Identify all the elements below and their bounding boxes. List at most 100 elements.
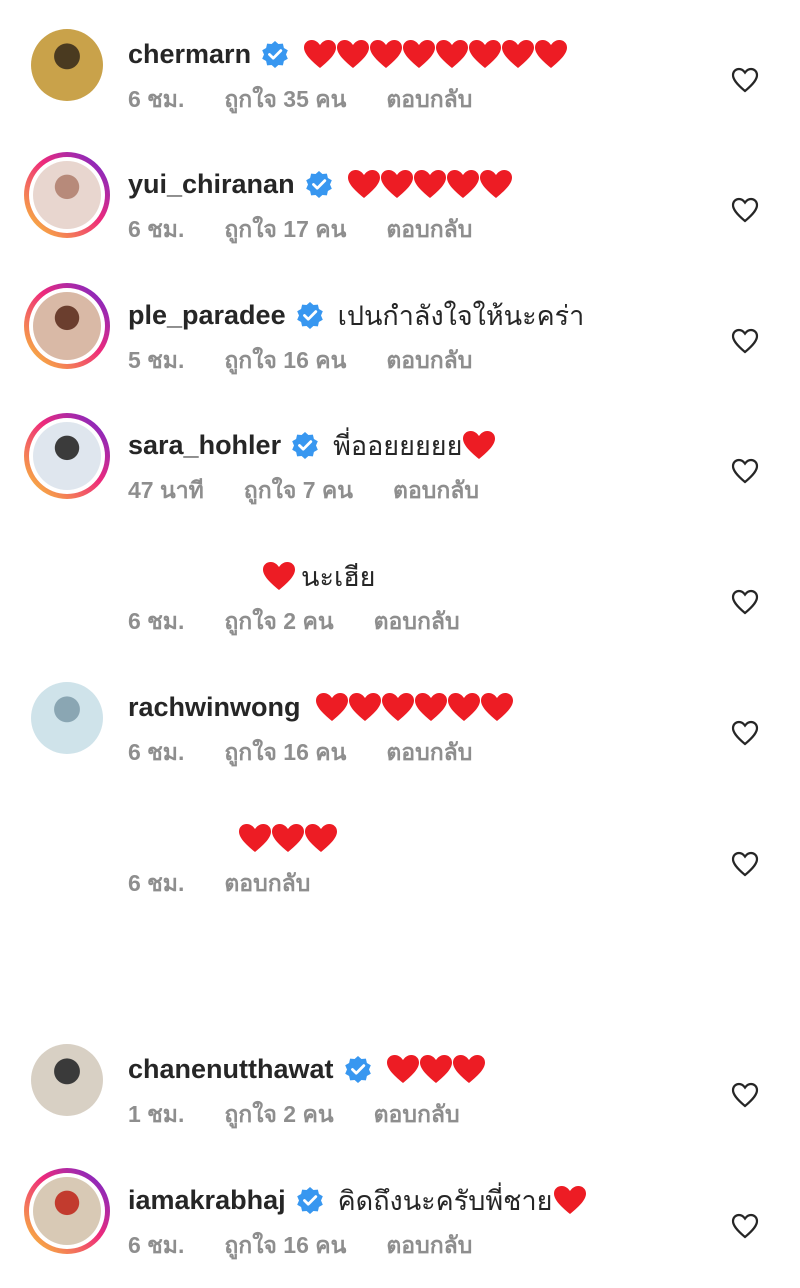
comment-row: rachwinwong 6 ชม. ถูกใจ 16 คน ตอบกลับ: [0, 675, 800, 795]
heart-emoji-group: [553, 1185, 586, 1215]
heart-emoji-group: [238, 823, 337, 853]
red-heart-icon: [447, 692, 480, 722]
reply-button[interactable]: ตอบกลับ: [386, 735, 472, 771]
avatar[interactable]: [24, 1037, 110, 1123]
reply-button[interactable]: ตอบกลับ: [386, 1228, 472, 1264]
red-heart-icon: [315, 692, 348, 722]
comment-content: นะเฮีย: [262, 554, 376, 598]
like-heart-icon[interactable]: [731, 197, 759, 223]
red-heart-icon: [271, 823, 304, 853]
like-heart-icon[interactable]: [731, 589, 759, 615]
like-heart-icon[interactable]: [731, 1082, 759, 1108]
like-heart-icon[interactable]: [731, 851, 759, 877]
comment-content: ple_paradee เปนกำลังใจให้นะคร่า: [128, 293, 584, 337]
heart-emoji-group: [303, 39, 568, 69]
like-heart-icon[interactable]: [731, 720, 759, 746]
red-heart-icon: [452, 1054, 485, 1084]
red-heart-icon: [381, 692, 414, 722]
avatar[interactable]: [24, 413, 110, 499]
verified-badge-icon: [295, 170, 333, 198]
comment-meta: 6 ชม. ตอบกลับ: [128, 866, 350, 902]
comment-timestamp: 6 ชม.: [128, 608, 185, 634]
like-count-link[interactable]: ถูกใจ 16 คน: [224, 735, 346, 771]
username-link[interactable]: yui_chiranan: [128, 169, 295, 200]
username-link[interactable]: rachwinwong: [128, 692, 301, 723]
like-count-link[interactable]: ถูกใจ 7 คน: [244, 473, 353, 509]
like-count-link[interactable]: ถูกใจ 16 คน: [224, 343, 346, 379]
avatar[interactable]: [24, 283, 110, 369]
reply-button[interactable]: ตอบกลับ: [386, 82, 472, 118]
comment-timestamp: 1 ชม.: [128, 1101, 185, 1127]
comment-timestamp: 6 ชม.: [128, 216, 185, 242]
red-heart-icon: [262, 561, 295, 591]
comment-meta: 47 นาที ถูกใจ 7 คน ตอบกลับ: [128, 473, 519, 509]
like-heart-icon[interactable]: [731, 1213, 759, 1239]
red-heart-icon: [479, 169, 512, 199]
comment-text: เปนกำลังใจให้นะคร่า: [337, 300, 585, 331]
username-link[interactable]: chermarn: [128, 39, 251, 70]
username-link[interactable]: ple_paradee: [128, 300, 286, 331]
reply-button[interactable]: ตอบกลับ: [386, 343, 472, 379]
reply-button[interactable]: ตอบกลับ: [374, 1097, 460, 1133]
username-link[interactable]: chanenutthawat: [128, 1054, 334, 1085]
red-heart-icon: [386, 1054, 419, 1084]
like-heart-icon[interactable]: [731, 328, 759, 354]
avatar[interactable]: [24, 152, 110, 238]
like-heart-icon[interactable]: [731, 458, 759, 484]
like-count-link[interactable]: ถูกใจ 16 คน: [224, 1228, 346, 1264]
like-count-link[interactable]: ถูกใจ 2 คน: [224, 604, 333, 640]
verified-badge-icon: [334, 1055, 372, 1083]
comment-row: sara_hohler พี่ออยยยยย 47 นาที ถูกใจ 7 คน ตอ…: [0, 413, 800, 533]
comment-timestamp: 6 ชม.: [128, 870, 185, 896]
heart-emoji-group: [462, 430, 496, 460]
comment-meta: 6 ชม. ถูกใจ 16 คน ตอบกลับ: [128, 1228, 512, 1264]
red-heart-icon: [336, 39, 370, 69]
comment-timestamp: 6 ชม.: [128, 86, 185, 112]
comment-content: iamakrabhaj คิดถึงนะครับพี่ชาย: [128, 1178, 586, 1222]
like-count-link[interactable]: ถูกใจ 2 คน: [224, 1097, 333, 1133]
red-heart-icon: [553, 1185, 586, 1215]
verified-badge-icon: [251, 40, 289, 68]
reply-button[interactable]: ตอบกลับ: [374, 604, 460, 640]
comment-meta: 6 ชม. ถูกใจ 17 คน ตอบกลับ: [128, 212, 512, 248]
username-link[interactable]: iamakrabhaj: [128, 1185, 286, 1216]
reply-button[interactable]: ตอบกลับ: [386, 212, 472, 248]
red-heart-icon: [348, 692, 381, 722]
comment-content: yui_chiranan: [128, 162, 512, 206]
avatar[interactable]: [24, 22, 110, 108]
like-heart-icon[interactable]: [731, 67, 759, 93]
comment-row: นะเฮีย 6 ชม. ถูกใจ 2 คน ตอบกลับ: [0, 544, 800, 664]
avatar[interactable]: [24, 1168, 110, 1254]
red-heart-icon: [501, 39, 535, 69]
heart-emoji-group: [262, 561, 295, 591]
comment-timestamp: 5 ชม.: [128, 347, 185, 373]
comment-text: นะเฮีย: [301, 561, 376, 592]
verified-badge-icon: [286, 301, 324, 329]
verified-badge-icon: [286, 1186, 324, 1214]
heart-emoji-group: [347, 169, 512, 199]
comment-meta: 6 ชม. ถูกใจ 16 คน ตอบกลับ: [128, 735, 512, 771]
red-heart-icon: [369, 39, 403, 69]
reply-button[interactable]: ตอบกลับ: [224, 866, 310, 902]
heart-emoji-group: [315, 692, 513, 722]
red-heart-icon: [480, 692, 513, 722]
red-heart-icon: [534, 39, 568, 69]
avatar[interactable]: [24, 675, 110, 761]
red-heart-icon: [380, 169, 413, 199]
red-heart-icon: [446, 169, 479, 199]
comment-timestamp: 47 นาที: [128, 477, 204, 503]
comment-row: yui_chiranan 6 ชม. ถูกใจ 17 คน ตอบกลับ: [0, 152, 800, 272]
username-link[interactable]: sara_hohler: [128, 430, 281, 461]
like-count-link[interactable]: ถูกใจ 35 คน: [224, 82, 346, 118]
reply-button[interactable]: ตอบกลับ: [393, 473, 479, 509]
red-heart-icon: [304, 823, 337, 853]
like-count-link[interactable]: ถูกใจ 17 คน: [224, 212, 346, 248]
red-heart-icon: [402, 39, 436, 69]
red-heart-icon: [303, 39, 337, 69]
comment-row: chanenutthawat 1 ชม. ถูกใจ 2 คน ตอบกลับ: [0, 1037, 800, 1157]
red-heart-icon: [468, 39, 502, 69]
comment-content: sara_hohler พี่ออยยยยย: [128, 423, 496, 467]
red-heart-icon: [238, 823, 271, 853]
comment-meta: 1 ชม. ถูกใจ 2 คน ตอบกลับ: [128, 1097, 500, 1133]
comment-meta: 6 ชม. ถูกใจ 35 คน ตอบกลับ: [128, 82, 512, 118]
